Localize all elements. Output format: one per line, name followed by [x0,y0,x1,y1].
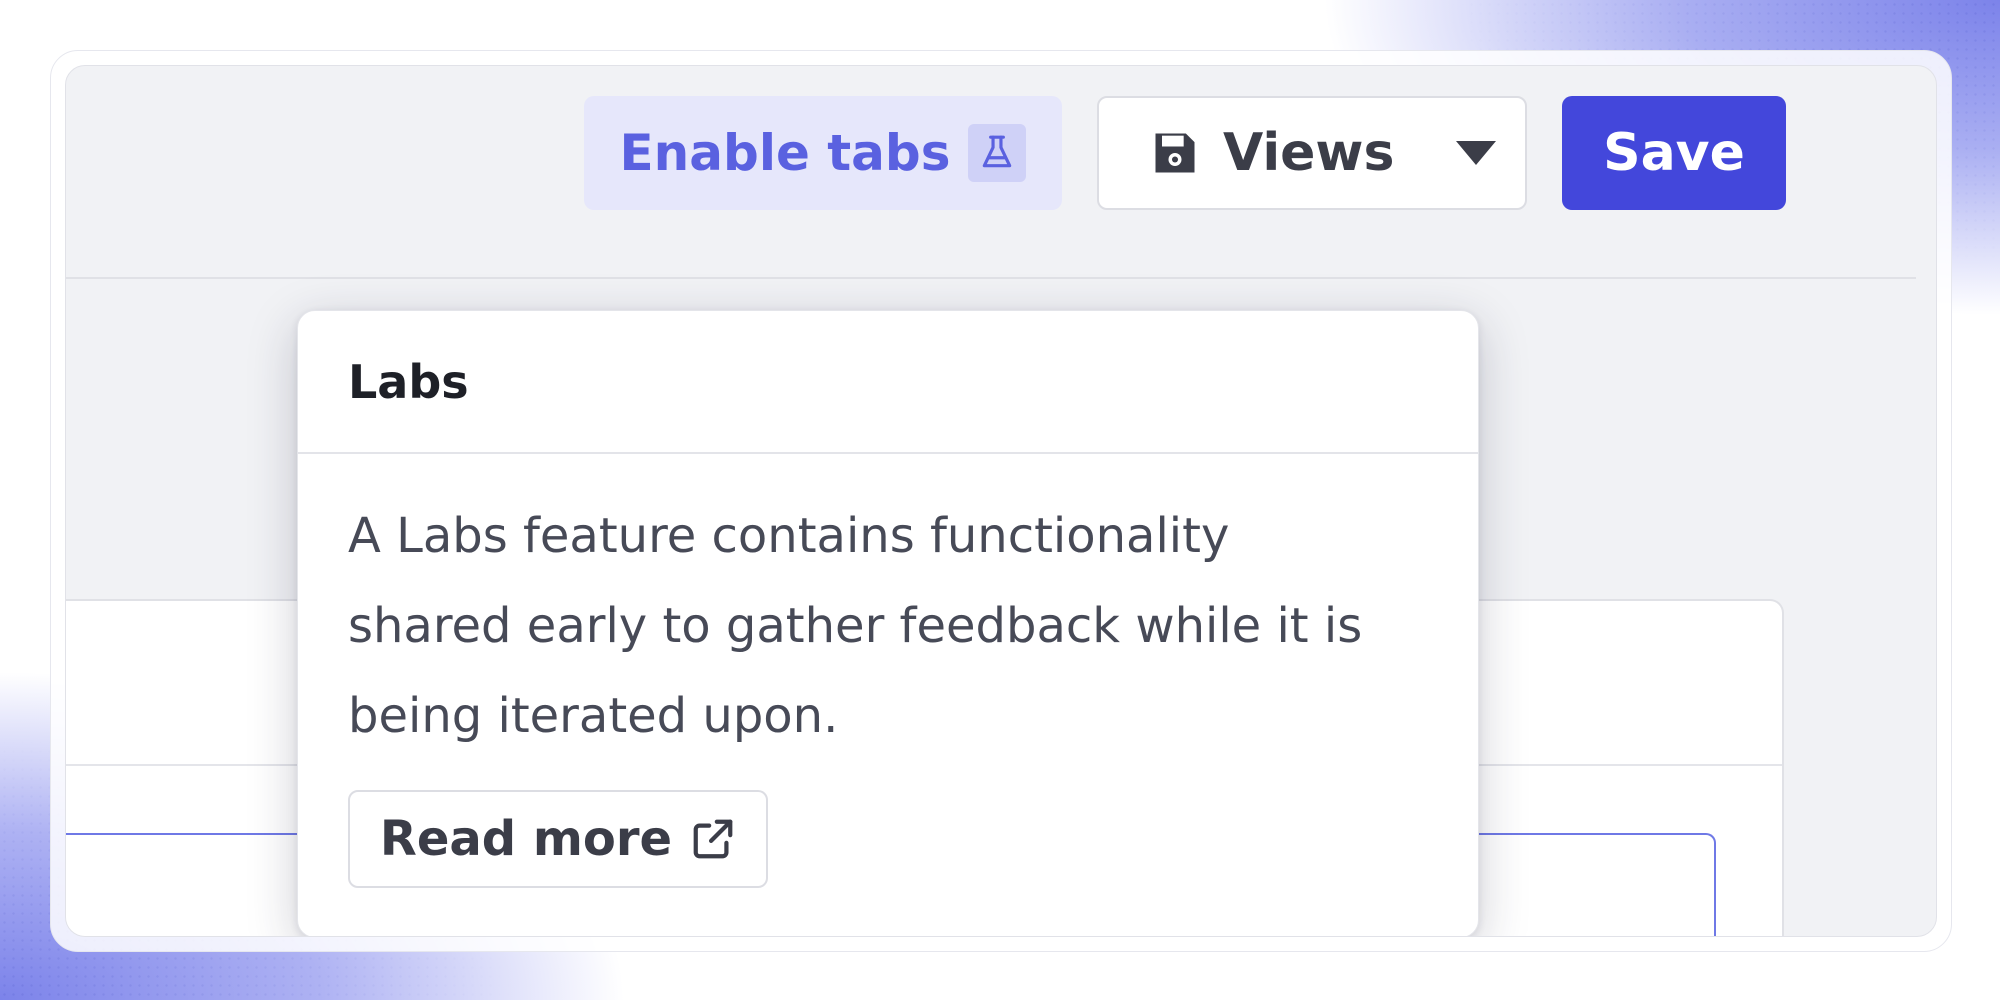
views-dropdown[interactable]: Views [1097,96,1527,210]
read-more-link[interactable]: Read more [348,790,768,888]
flask-icon [968,124,1027,182]
header-divider [66,277,1916,279]
app-window: Enable tabs Views Save Labs A Labs featu… [65,65,1937,937]
save-icon [1149,127,1201,179]
labs-popover: Labs A Labs feature contains functionali… [297,310,1479,936]
caret-down-icon [1454,139,1498,167]
popover-title: Labs [348,355,469,409]
enable-tabs-button[interactable]: Enable tabs [584,96,1062,210]
external-link-icon [690,816,736,862]
popover-divider [298,452,1478,454]
popover-description: A Labs feature contains functionality sh… [348,508,1363,744]
save-button[interactable]: Save [1562,96,1786,210]
enable-tabs-label: Enable tabs [619,124,951,182]
read-more-label: Read more [379,811,673,867]
save-label: Save [1603,123,1745,183]
views-label: Views [1223,123,1395,183]
